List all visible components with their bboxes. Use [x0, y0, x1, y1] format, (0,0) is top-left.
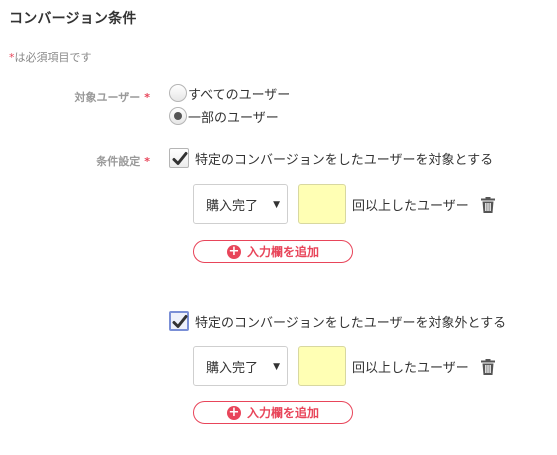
required-note: *は必須項目です: [9, 49, 92, 65]
include-checkbox[interactable]: [169, 148, 189, 168]
exclude-checkbox[interactable]: [169, 311, 189, 331]
trash-icon[interactable]: [481, 197, 495, 213]
exclude-conversion-select[interactable]: 購入完了 ▼: [193, 346, 288, 386]
required-star: *: [144, 155, 150, 168]
include-add-field-button[interactable]: + 入力欄を追加: [193, 240, 353, 263]
exclude-suffix: 回以上したユーザー: [352, 361, 469, 376]
radio-some-users[interactable]: 一部のユーザー: [169, 106, 279, 126]
add-field-label: 入力欄を追加: [246, 245, 319, 259]
include-checkbox-label: 特定のコンバージョンをしたユーザーを対象とする: [195, 152, 494, 168]
radio-button[interactable]: [169, 84, 187, 102]
plus-circle-icon: +: [226, 405, 241, 420]
include-conversion-select[interactable]: 購入完了 ▼: [193, 184, 288, 224]
required-star: *: [144, 91, 150, 104]
add-field-label: 入力欄を追加: [246, 406, 319, 420]
required-note-text: は必須項目です: [14, 51, 92, 64]
radio-all-users[interactable]: すべてのユーザー: [169, 83, 290, 103]
exclude-count-input[interactable]: [298, 346, 346, 386]
include-suffix: 回以上したユーザー: [352, 199, 469, 214]
exclude-checkbox-label: 特定のコンバージョンをしたユーザーを対象外とする: [195, 315, 507, 331]
exclude-add-field-button[interactable]: + 入力欄を追加: [193, 401, 353, 424]
target-users-label-text: 対象ユーザー: [74, 91, 141, 104]
check-icon: [172, 152, 188, 165]
exclude-checkbox-row[interactable]: 特定のコンバージョンをしたユーザーを対象外とする: [169, 310, 506, 332]
include-checkbox-row[interactable]: 特定のコンバージョンをしたユーザーを対象とする: [169, 147, 493, 169]
radio-label: 一部のユーザー: [188, 110, 279, 126]
radio-button[interactable]: [169, 107, 187, 125]
include-count-input[interactable]: [298, 184, 346, 224]
radio-label: すべてのユーザー: [188, 87, 291, 103]
check-icon: [172, 315, 188, 328]
select-value: 購入完了: [206, 360, 259, 376]
caret-down-icon: ▼: [273, 362, 280, 372]
caret-down-icon: ▼: [273, 200, 280, 210]
page-title: コンバージョン条件: [9, 11, 137, 27]
trash-icon[interactable]: [481, 359, 495, 375]
target-users-label: 対象ユーザー *: [0, 89, 150, 105]
plus-circle-icon: +: [226, 244, 241, 259]
select-value: 購入完了: [206, 198, 259, 214]
condition-label-text: 条件設定: [96, 155, 141, 168]
condition-label: 条件設定 *: [0, 153, 150, 169]
